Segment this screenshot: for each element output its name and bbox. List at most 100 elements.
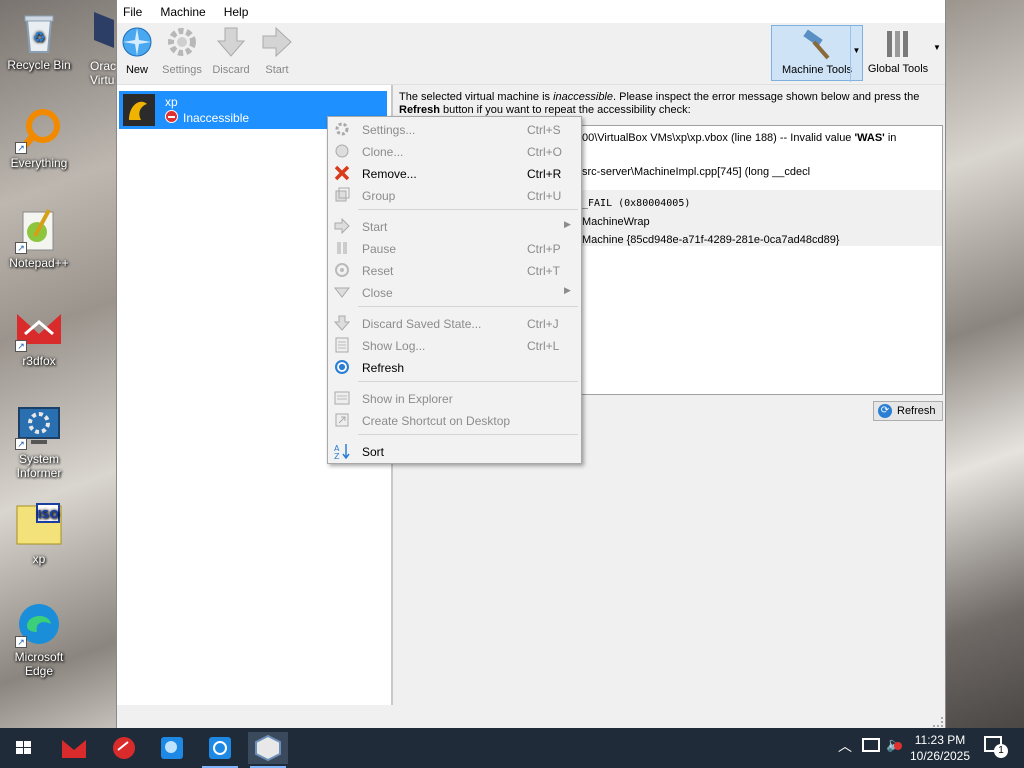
notification-center-icon[interactable]: 1	[984, 736, 1008, 758]
error-line: 00\VirtualBox VMs\xp\xp.vbox (line 188) …	[582, 132, 897, 144]
gear-icon	[168, 28, 196, 56]
discard-button[interactable]: Discard	[207, 25, 255, 76]
resize-grip-icon[interactable]	[933, 717, 943, 727]
menu-item-remove[interactable]: Remove... Ctrl+R	[328, 162, 581, 184]
edge-icon: ↗	[15, 600, 63, 648]
svg-text:Z: Z	[334, 452, 340, 459]
global-tools-dropdown-icon[interactable]: ▼	[933, 43, 941, 52]
settings-label: Settings	[162, 64, 202, 76]
vm-state: Inaccessible	[183, 111, 250, 125]
notification-count: 1	[994, 744, 1008, 758]
start-arrow-icon	[334, 217, 350, 235]
desktop-icon-label: System Informer	[16, 452, 62, 480]
everything-icon: ↗	[15, 106, 63, 154]
shortcut-arrow-icon: ↗	[15, 142, 27, 154]
clock-date: 10/26/2025	[909, 749, 971, 763]
desktop-icon-label: r3dfox	[22, 354, 56, 368]
discard-arrow-icon	[333, 315, 351, 331]
r3dfox-icon	[62, 740, 86, 758]
log-icon	[334, 337, 350, 353]
shortcut-arrow-icon: ↗	[15, 636, 27, 648]
vm-context-menu: Settings... Ctrl+S Clone... Ctrl+O Remov…	[327, 116, 582, 464]
virtualbox-icon	[94, 12, 114, 48]
volume-muted-icon[interactable]: 🔈	[886, 736, 903, 753]
menu-item-group[interactable]: Group Ctrl+U	[328, 184, 581, 206]
new-button[interactable]: New	[113, 25, 161, 76]
error-line: src-server\MachineImpl.cpp[745] (long __…	[582, 166, 811, 178]
machine-tools-dropdown-icon[interactable]: ▼	[850, 26, 862, 82]
refresh-icon	[334, 359, 350, 375]
menu-item-sort[interactable]: AZ Sort	[328, 440, 581, 462]
start-button[interactable]	[4, 732, 44, 764]
taskbar-virtualbox[interactable]	[248, 732, 288, 768]
svg-text:ISO: ISO	[37, 508, 58, 521]
virtualbox-icon	[255, 734, 281, 762]
desktop-icon-xp-iso[interactable]: ISO xp	[4, 502, 74, 566]
menu-item-show-log[interactable]: Show Log... Ctrl+L	[328, 334, 581, 356]
toolbar: New Settings Discard Start Machine Tools…	[117, 23, 945, 85]
menu-help[interactable]: Help	[224, 5, 249, 19]
desktop-icon-edge[interactable]: ↗ Microsoft Edge	[4, 600, 74, 678]
start-arrow-right-icon	[262, 26, 292, 58]
clock-time: 11:23 PM	[914, 733, 966, 747]
menu-item-pause[interactable]: Pause Ctrl+P	[328, 237, 581, 259]
submenu-arrow-icon: ▶	[564, 219, 571, 229]
global-tools-button[interactable]: Global Tools	[867, 25, 929, 81]
clock[interactable]: 11:23 PM 10/26/2025	[906, 732, 974, 764]
pause-icon	[334, 240, 350, 256]
new-label: New	[125, 64, 148, 76]
inaccessible-message: The selected virtual machine is inaccess…	[399, 91, 920, 116]
desktop-icon-label: Notepad++	[9, 256, 69, 270]
remove-x-icon	[334, 165, 350, 181]
menu-machine[interactable]: Machine	[160, 5, 205, 19]
taskbar-search-app[interactable]	[152, 732, 192, 764]
inaccessible-status-icon	[165, 110, 178, 123]
refresh-button[interactable]: ⟳ Refresh	[873, 401, 943, 421]
menu-item-close[interactable]: Close ▶	[328, 281, 581, 303]
menu-item-show-in-explorer[interactable]: Show in Explorer	[328, 387, 581, 409]
shortcut-arrow-icon: ↗	[15, 438, 27, 450]
clone-icon	[334, 143, 350, 159]
refresh-icon: ⟳	[878, 404, 892, 418]
menu-bar: File Machine Help	[117, 1, 945, 23]
global-tools-icon	[887, 31, 908, 57]
submenu-arrow-icon: ▶	[564, 285, 571, 295]
svg-text:♻: ♻	[33, 30, 46, 46]
start-label: Start	[265, 64, 289, 76]
taskbar: ︿ 🔈 11:23 PM 10/26/2025 1	[0, 728, 1024, 768]
menu-item-settings[interactable]: Settings... Ctrl+S	[328, 118, 581, 140]
shortcut-arrow-icon: ↗	[15, 340, 27, 352]
reset-icon	[334, 262, 350, 278]
menu-item-start[interactable]: Start ▶	[328, 215, 581, 237]
start-button[interactable]: Start	[253, 25, 301, 76]
menu-item-create-shortcut[interactable]: Create Shortcut on Desktop	[328, 409, 581, 431]
error-line: MachineWrap	[582, 216, 650, 228]
machine-tools-label: Machine Tools	[781, 64, 853, 76]
desktop-icon-recycle-bin[interactable]: ♻ Recycle Bin	[4, 8, 74, 72]
desktop-icon-r3dfox[interactable]: ↗ r3dfox	[4, 304, 74, 368]
network-icon[interactable]	[862, 738, 880, 752]
gauge-icon	[113, 737, 135, 759]
taskbar-r3dfox[interactable]	[54, 732, 94, 764]
menu-item-clone[interactable]: Clone... Ctrl+O	[328, 140, 581, 162]
error-line: _FAIL (0x80004005)	[582, 198, 691, 209]
desktop-icon-system-informer[interactable]: ↗ System Informer	[4, 402, 74, 480]
settings-button[interactable]: Settings	[158, 25, 206, 76]
desktop-icon-label: Microsoft Edge	[14, 650, 64, 678]
machine-tools-button[interactable]: Machine Tools ▼	[771, 25, 863, 82]
menu-item-reset[interactable]: Reset Ctrl+T	[328, 259, 581, 281]
menu-item-discard-saved-state[interactable]: Discard Saved State... Ctrl+J	[328, 312, 581, 334]
menu-item-refresh[interactable]: Refresh	[328, 356, 581, 378]
menu-file[interactable]: File	[123, 5, 142, 19]
discard-label: Discard	[212, 64, 250, 76]
taskbar-speedtest[interactable]	[104, 732, 144, 764]
shortcut-arrow-icon: ↗	[15, 242, 27, 254]
close-arrow-down-icon	[333, 284, 351, 300]
desktop-icon-notepadpp[interactable]: ↗ Notepad++	[4, 206, 74, 270]
show-hidden-icons-chevron-icon[interactable]: ︿	[838, 736, 852, 756]
desktop-icon-label: xp	[32, 552, 46, 566]
menu-separator	[358, 209, 578, 210]
desktop-icon-everything[interactable]: ↗ Everything	[4, 106, 74, 170]
desktop-icon-virtualbox[interactable]: Orac Virtu	[84, 8, 116, 88]
taskbar-system-informer[interactable]	[200, 732, 240, 768]
